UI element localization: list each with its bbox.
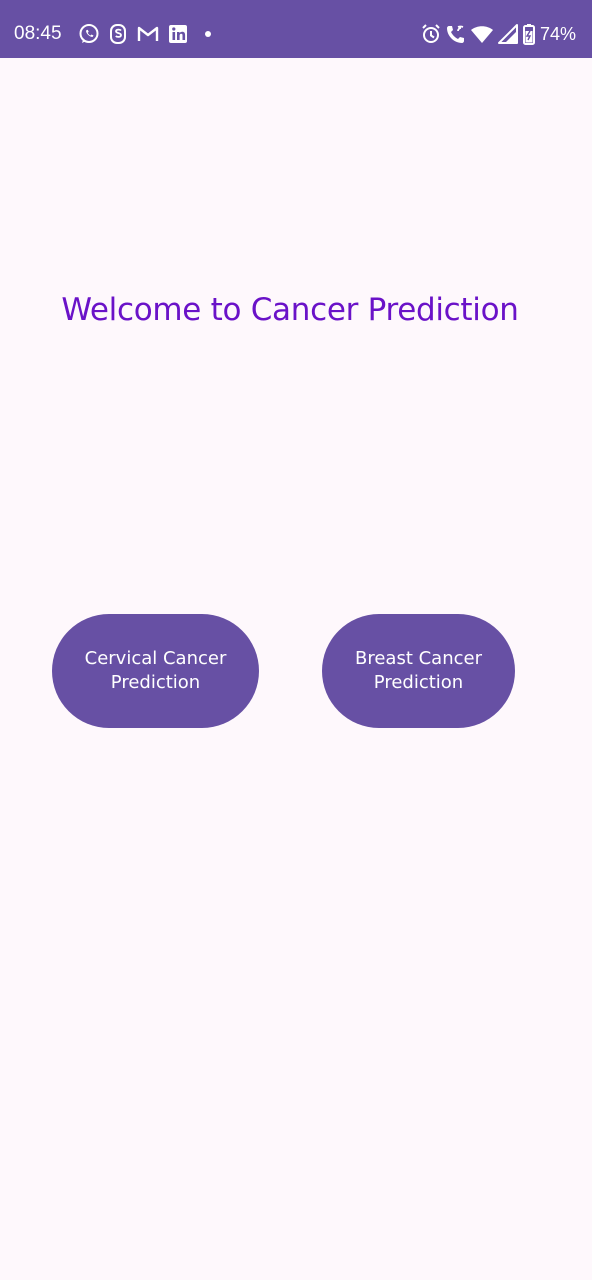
- wifi-call-icon: [444, 22, 468, 46]
- cervical-cancer-prediction-button[interactable]: Cervical Cancer Prediction: [52, 614, 259, 728]
- s-app-icon: [106, 22, 130, 46]
- page-title: Welcome to Cancer Prediction: [61, 292, 519, 328]
- breast-cancer-prediction-button[interactable]: Breast Cancer Prediction: [322, 614, 515, 728]
- dot-icon: [196, 22, 220, 46]
- status-time: 08:45: [14, 23, 62, 44]
- linkedin-icon: [166, 22, 190, 46]
- battery-percentage: 74%: [540, 24, 577, 44]
- status-bar: 08:45 74%: [0, 0, 592, 58]
- wifi-icon: [470, 22, 494, 46]
- signal-icon: [496, 22, 520, 46]
- alarm-icon: [419, 22, 443, 46]
- whatsapp-icon: [77, 22, 101, 46]
- battery-icon: [520, 22, 538, 46]
- gmail-icon: [136, 22, 160, 46]
